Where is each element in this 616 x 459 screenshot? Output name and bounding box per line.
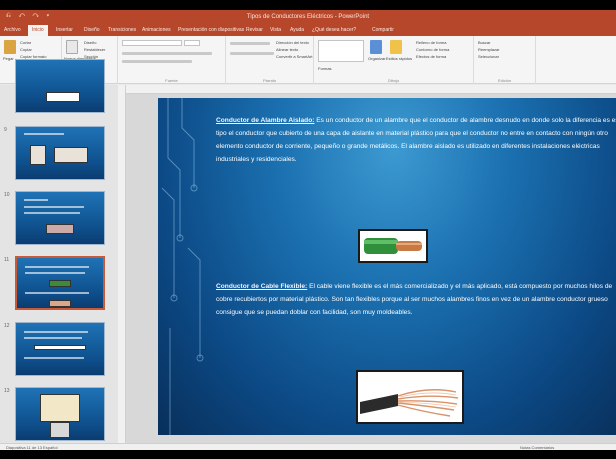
editing-group: Buscar Reemplazar Seleccionar Edición <box>474 36 536 84</box>
slide-thumbnail-pane[interactable]: 9 10 11 12 13 <box>0 59 118 443</box>
drawing-group: Formas Organizar Estilos rápidos Relleno… <box>314 36 474 84</box>
thumbnail-text-line <box>25 266 89 268</box>
thumbnail-text-line <box>25 272 85 274</box>
new-slide-icon[interactable] <box>66 40 78 54</box>
insulated-wire-image[interactable] <box>358 229 428 263</box>
thumbnail-text-line <box>24 206 84 208</box>
paste-button[interactable]: Pegar <box>3 56 14 61</box>
flexible-cable-drawing <box>358 372 462 422</box>
thumbnail-number: 10 <box>4 192 10 198</box>
thumbnail-text-line <box>25 292 89 294</box>
tab-ayuda[interactable]: Ayuda <box>290 27 304 33</box>
thumbnail-image <box>46 224 74 234</box>
paragraph-group-label: Párrafo <box>262 78 277 83</box>
thumbnail-number: 9 <box>4 127 7 133</box>
horizontal-ruler <box>126 85 616 94</box>
font-group-label: Fuente <box>165 78 178 83</box>
circuit-decoration <box>161 98 204 435</box>
shapes-button[interactable]: Formas <box>318 66 332 71</box>
thumbnail-text-line <box>24 199 48 201</box>
find-button[interactable]: Buscar <box>478 40 490 45</box>
tab-vista[interactable]: Vista <box>270 27 281 33</box>
text-direction-button[interactable]: Dirección del texto <box>276 40 309 45</box>
slide-thumbnail[interactable] <box>15 126 105 180</box>
tab-presentacion[interactable]: Presentación con diapositivas <box>178 27 244 33</box>
thumbnail-image <box>54 147 88 163</box>
quick-styles-button[interactable]: Estilos rápidos <box>386 56 412 61</box>
slide-thumbnail-selected[interactable] <box>15 256 105 310</box>
slide-thumbnail[interactable] <box>15 322 105 376</box>
thumbnail-text-line <box>24 337 82 339</box>
list-buttons[interactable] <box>230 42 270 45</box>
status-view-controls[interactable]: Notas Comentarios <box>520 445 554 450</box>
quick-styles-icon[interactable] <box>390 40 402 54</box>
font-size-box[interactable] <box>184 40 200 46</box>
status-slide-info: Diapositiva 11 de 13 Español <box>6 445 58 450</box>
thumbnail-text-line <box>24 133 64 135</box>
term-alambre-aislado: Conductor de Alambre Aislado: <box>216 117 315 124</box>
shape-outline-button[interactable]: Contorno de forma <box>416 47 449 52</box>
shape-effects-button[interactable]: Efectos de forma <box>416 54 446 59</box>
vertical-ruler <box>118 85 126 443</box>
slide-thumbnail[interactable] <box>15 59 105 113</box>
term-cable-flexible: Conductor de Cable Flexible: <box>216 283 308 290</box>
tab-archivo[interactable]: Archivo <box>4 27 21 33</box>
shapes-gallery[interactable] <box>318 40 364 62</box>
tab-transiciones[interactable]: Transiciones <box>108 27 136 33</box>
font-name-box[interactable] <box>122 40 182 46</box>
thumbnail-image <box>30 145 46 165</box>
arrange-icon[interactable] <box>370 40 382 54</box>
thumbnail-text-line <box>24 212 80 214</box>
reset-button[interactable]: Restablecer <box>84 47 105 52</box>
tell-me-search[interactable]: ¿Qué desea hacer? <box>312 27 356 33</box>
slide-thumbnail[interactable] <box>15 191 105 245</box>
tab-diseno[interactable]: Diseño <box>84 27 100 33</box>
thumbnail-number: 13 <box>4 388 10 394</box>
font-format-buttons[interactable] <box>122 52 212 55</box>
copy-button[interactable]: Copiar <box>20 47 32 52</box>
thumbnail-image <box>46 92 80 102</box>
paragraph-cable-flexible[interactable]: Conductor de Cable Flexible: El cable vi… <box>216 280 616 319</box>
replace-button[interactable]: Reemplazar <box>478 47 500 52</box>
paragraph-group: Dirección del texto Alinear texto Conver… <box>226 36 314 84</box>
thumbnail-image <box>49 300 71 307</box>
tab-animaciones[interactable]: Animaciones <box>142 27 171 33</box>
insulated-wire-drawing <box>360 231 426 261</box>
ribbon-tab-row: Archivo Inicio Insertar Diseño Transicio… <box>0 24 616 36</box>
thumbnail-number: 11 <box>4 257 10 263</box>
layout-button[interactable]: Diseño <box>84 40 96 45</box>
alignment-buttons[interactable] <box>230 52 274 55</box>
title-bar: ⎌ ↶ ↷ ▾ Tipos de Conductores Eléctricos … <box>0 10 616 24</box>
thumbnail-image <box>34 345 86 350</box>
thumbnail-number: 12 <box>4 323 10 329</box>
share-button[interactable]: Compartir <box>372 27 394 33</box>
flexible-cable-image[interactable] <box>356 370 464 424</box>
current-slide[interactable]: Conductor de Alambre Aislado: Es un cond… <box>158 98 616 435</box>
font-group: Fuente <box>118 36 226 84</box>
thumbnail-text-line <box>24 331 88 333</box>
align-text-button[interactable]: Alinear texto <box>276 47 298 52</box>
font-color-buttons[interactable] <box>122 60 192 63</box>
window-title: Tipos de Conductores Eléctricos - PowerP… <box>246 14 370 20</box>
thumbnail-text-line <box>24 357 84 359</box>
tab-inicio[interactable]: Inicio <box>28 25 48 36</box>
drawing-group-label: Dibujo <box>387 78 400 83</box>
thumbnail-image <box>50 422 70 438</box>
shape-fill-button[interactable]: Relleno de forma <box>416 40 446 45</box>
tab-insertar[interactable]: Insertar <box>56 27 73 33</box>
cut-button[interactable]: Cortar <box>20 40 31 45</box>
paste-icon[interactable] <box>4 40 16 54</box>
tab-revisar[interactable]: Revisar <box>246 27 263 33</box>
arrange-button[interactable]: Organizar <box>368 56 386 61</box>
paragraph-alambre-aislado[interactable]: Conductor de Alambre Aislado: Es un cond… <box>216 114 616 166</box>
smartart-button[interactable]: Convertir a SmartArt <box>276 54 312 59</box>
thumbnail-image <box>40 394 80 422</box>
status-bar: Diapositiva 11 de 13 Español Notas Comen… <box>0 443 616 450</box>
select-button[interactable]: Seleccionar <box>478 54 499 59</box>
slide-thumbnail[interactable] <box>15 387 105 441</box>
editing-group-label: Edición <box>497 78 512 83</box>
thumbnail-image <box>49 280 71 287</box>
